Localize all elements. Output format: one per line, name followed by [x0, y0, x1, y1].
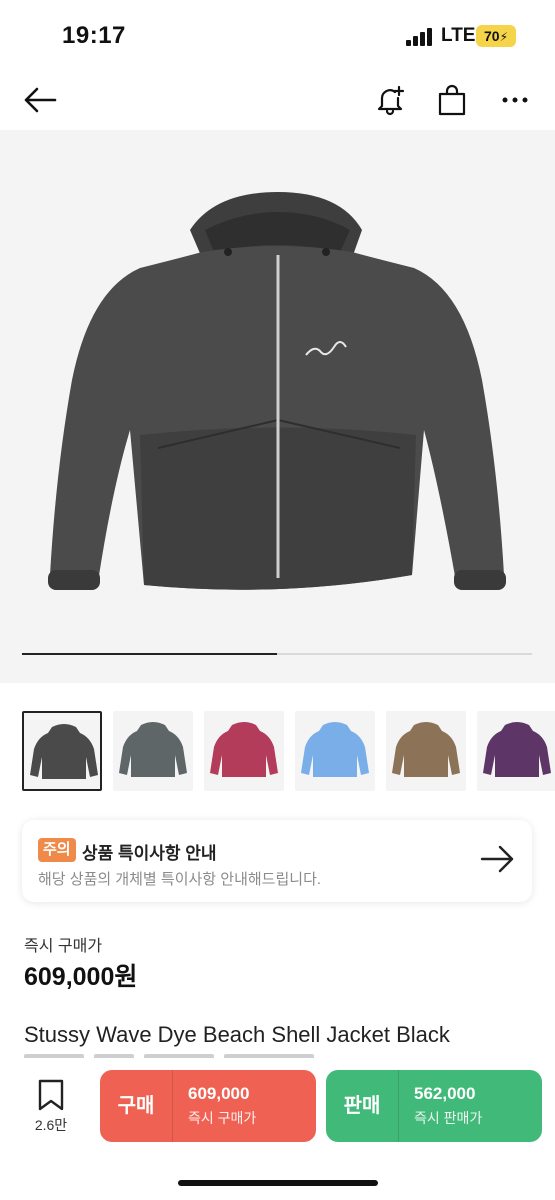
status-time: 19:17 — [62, 22, 126, 49]
home-indicator — [178, 1180, 378, 1186]
arrow-left-icon[interactable] — [20, 80, 60, 120]
top-navigation — [0, 70, 555, 130]
more-horizontal-icon[interactable] — [495, 80, 535, 120]
price-value: 609,000원 — [24, 963, 138, 991]
bottom-action-bar: 2.6만 구매 609,000 즉시 구매가 판매 562,000 즉시 판매가 — [0, 1058, 555, 1200]
battery-icon: 70⚡ — [476, 25, 516, 47]
sell-button[interactable]: 판매 562,000 즉시 판매가 — [326, 1070, 542, 1142]
arrow-right-icon — [480, 844, 516, 874]
color-thumbnail[interactable] — [386, 711, 466, 791]
color-thumbnail[interactable] — [113, 711, 193, 791]
jacket-thumbnail-shape — [119, 722, 187, 777]
wishlist-count: 2.6만 — [34, 1117, 68, 1133]
jacket-thumbnail-shape — [301, 722, 369, 777]
thumbnail-strip — [22, 711, 555, 791]
jacket-thumbnail-shape — [30, 724, 98, 779]
carousel-progress-fill — [22, 653, 277, 655]
product-name: Stussy Wave Dye Beach Shell Jacket Black — [24, 1022, 450, 1047]
color-thumbnail[interactable] — [295, 711, 375, 791]
notice-title: 상품 특이사항 안내 — [82, 844, 217, 863]
jacket-thumbnail-shape — [483, 722, 551, 777]
status-bar: 19:17 LTE 70⚡ — [0, 0, 555, 70]
jacket-image — [48, 192, 506, 590]
notice-description: 해당 상품의 개체별 특이사항 안내해드립니다. — [38, 871, 322, 888]
product-notice-card[interactable]: 주의 상품 특이사항 안내 해당 상품의 개체별 특이사항 안내해드립니다. — [22, 820, 532, 902]
sell-sub-label: 즉시 판매가 — [414, 1110, 483, 1126]
price-label: 즉시 구매가 — [24, 938, 103, 955]
buy-price: 609,000 — [188, 1084, 250, 1103]
color-thumbnail[interactable] — [204, 711, 284, 791]
jacket-thumbnail-shape — [392, 722, 460, 777]
color-thumbnail[interactable] — [477, 711, 555, 791]
buy-divider — [172, 1070, 173, 1142]
bookmark-icon — [38, 1079, 64, 1111]
sell-divider — [398, 1070, 399, 1142]
battery-level: 70 — [483, 28, 500, 44]
color-thumbnail[interactable] — [22, 711, 102, 791]
bell-plus-icon[interactable] — [370, 80, 410, 120]
carousel-progress — [22, 653, 532, 655]
network-label: LTE — [441, 25, 476, 46]
sell-label: 판매 — [343, 1095, 381, 1117]
buy-button[interactable]: 구매 609,000 즉시 구매가 — [100, 1070, 316, 1142]
jacket-thumbnail-shape — [210, 722, 278, 777]
product-image-carousel[interactable] — [0, 130, 555, 683]
wishlist-button[interactable]: 2.6만 — [26, 1078, 76, 1138]
buy-label: 구매 — [117, 1095, 155, 1117]
signal-icon — [406, 28, 436, 46]
buy-sub-label: 즉시 구매가 — [188, 1110, 257, 1126]
shopping-bag-icon[interactable] — [432, 80, 472, 120]
warning-badge: 주의 — [38, 838, 76, 862]
sell-price: 562,000 — [414, 1084, 476, 1103]
